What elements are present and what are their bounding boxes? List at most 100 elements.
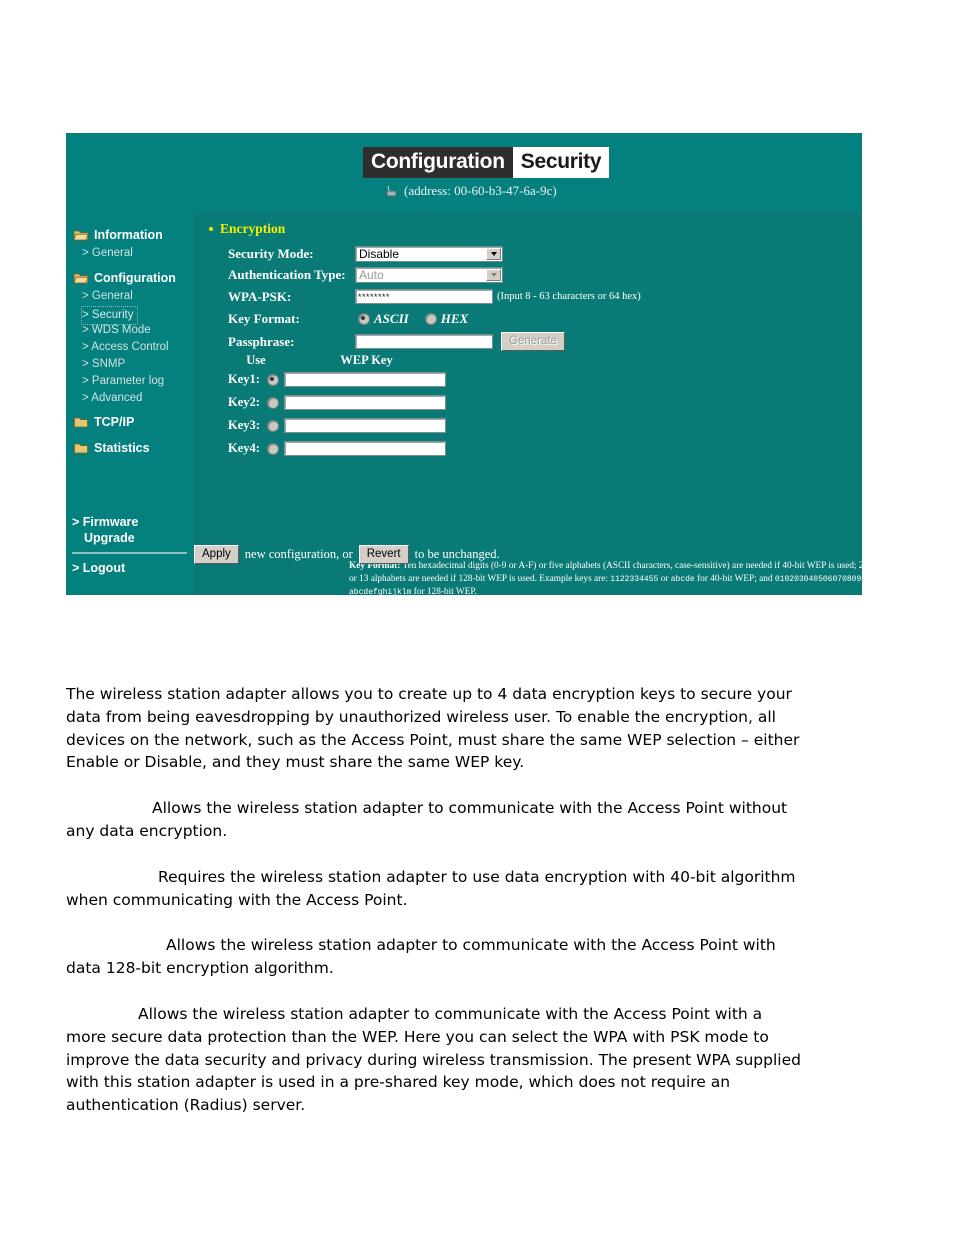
wep-key1-input[interactable] [284, 372, 446, 387]
sidebar-group-statistics[interactable]: Statistics [66, 437, 193, 458]
passphrase-label: Passphrase: [228, 333, 295, 349]
access-point-icon [384, 185, 398, 197]
firmware-upgrade-line1: > Firmware [72, 515, 139, 529]
wep-key3-label: Key3: [228, 418, 260, 432]
sidebar-group-tcpip[interactable]: TCP/IP [66, 411, 193, 432]
folder-closed-icon [74, 442, 88, 454]
wep-table-header: Use WEP Key [228, 351, 449, 368]
key-format-hex-radio[interactable] [424, 313, 437, 325]
apply-button[interactable]: Apply [194, 545, 239, 564]
page-title: Configuration Security [363, 147, 610, 178]
wep-key1-radio-cell [262, 373, 284, 386]
sidebar-group-information[interactable]: Information [66, 224, 193, 245]
sidebar-item-configuration-access-control[interactable]: > Access Control [66, 339, 193, 356]
paragraph-wep128: Allows the wireless station adapter to c… [66, 936, 776, 978]
paragraph-disable: Allows the wireless station adapter to c… [66, 799, 788, 840]
sidebar-divider [72, 552, 187, 554]
table-row: Key2: [228, 391, 449, 414]
wep-key2-input[interactable] [284, 395, 446, 410]
wep-key2-radio[interactable] [267, 396, 279, 409]
wep-key1-radio[interactable] [267, 373, 279, 386]
wep-key3-radio-cell [262, 419, 284, 432]
paragraph-wpa: Allows the wireless station adapter to c… [66, 1004, 801, 1115]
wep-key4-input[interactable] [284, 441, 446, 456]
key-format-hex-label: HEX [440, 311, 469, 326]
key-format-help-body-2: or [658, 573, 671, 584]
key-format-label: Key Format: [228, 311, 300, 326]
sidebar-item-configuration-parameter-log[interactable]: > Parameter log [66, 373, 193, 390]
sidebar-item-configuration-advanced[interactable]: > Advanced [66, 390, 193, 407]
key-format-ascii-radio[interactable] [358, 313, 370, 325]
sidebar-item-configuration-wds-mode[interactable]: > WDS Mode [66, 322, 193, 339]
title-section-configuration: Configuration [363, 147, 513, 178]
wep-key4-label: Key4: [228, 441, 260, 455]
chevron-down-icon[interactable] [486, 247, 501, 260]
folder-open-icon [73, 272, 89, 284]
field-row-passphrase: Passphrase: Generate [228, 330, 641, 353]
key-format-radio-group: ASCII HEX [358, 311, 468, 327]
content-panel: Encryption Security Mode: Disable Authen… [193, 211, 862, 595]
security-mode-select[interactable]: Disable [355, 245, 503, 262]
wpa-psk-input[interactable]: ******** [355, 289, 493, 304]
device-address-text: (address: 00-60-b3-47-6a-9c) [404, 183, 557, 198]
sidebar-item-configuration-snmp[interactable]: > SNMP [66, 356, 193, 373]
sidebar-item-information-general[interactable]: > General [66, 245, 193, 262]
sidebar-item-logout[interactable]: > Logout [66, 560, 193, 576]
device-address-line: (address: 00-60-b3-47-6a-9c) [384, 183, 557, 199]
revert-helper-text: to be unchanged. [414, 547, 500, 561]
wep-key3-input[interactable] [284, 418, 446, 433]
form-action-bar: Apply new configuration, or Revert to be… [194, 545, 506, 564]
security-mode-value: Disable [359, 246, 400, 261]
wep-key3-radio[interactable] [267, 419, 279, 432]
document-body-text: The wireless station adapter allows you … [66, 683, 806, 1140]
field-row-key-format: Key Format: ASCII HEX [228, 308, 641, 330]
table-row: Key1: [228, 368, 449, 391]
key-format-help-text: Key Format: Ten hexadecimal digits (0-9 … [349, 560, 862, 595]
example-key-128-hex: 0102030405060708091011121 3 [774, 574, 862, 584]
generate-button[interactable]: Generate [501, 332, 565, 351]
wep-key2-radio-cell [262, 396, 284, 409]
wep-col-use-header: Use [246, 353, 266, 367]
wep-key-table: Use WEP Key Key1: Key2: Key3: Key4: [228, 351, 449, 460]
sidebar-group-statistics-label: Statistics [94, 440, 150, 455]
sidebar-group-information-label: Information [94, 227, 163, 242]
title-section-security: Security [512, 147, 610, 178]
firmware-upgrade-line2: Upgrade [84, 531, 135, 545]
field-row-security-mode: Security Mode: Disable [228, 243, 641, 264]
sidebar-nav: Information > General Configuration > Ge… [66, 211, 193, 595]
bullet-icon [209, 227, 213, 231]
passphrase-input[interactable] [355, 334, 493, 349]
folder-closed-icon [74, 416, 88, 428]
revert-button[interactable]: Revert [358, 545, 409, 564]
authentication-type-label: Authentication Type: [228, 266, 346, 282]
sidebar-group-configuration-label: Configuration [94, 270, 176, 285]
wpa-psk-label: WPA-PSK: [228, 288, 292, 304]
table-row: Key3: [228, 414, 449, 437]
wpa-psk-hint: (Input 8 - 63 characters or 64 hex) [497, 291, 641, 302]
sidebar-group-tcpip-label: TCP/IP [94, 414, 135, 429]
sidebar-item-firmware-upgrade[interactable]: > Firmware Upgrade [66, 514, 193, 546]
paragraph-intro: The wireless station adapter allows you … [66, 685, 800, 772]
wpa-psk-value: ******** [358, 291, 391, 302]
authentication-type-value: Auto [359, 267, 384, 282]
security-mode-label: Security Mode: [228, 245, 314, 261]
apply-helper-text: new configuration, or [244, 547, 353, 561]
folder-open-icon [73, 229, 89, 241]
example-key-40-ascii: abcde [670, 574, 695, 584]
sidebar-item-configuration-general[interactable]: > General [66, 288, 193, 305]
page-header: Configuration Security (address: 00-60-b… [66, 133, 862, 211]
wep-key4-radio[interactable] [267, 442, 279, 455]
paragraph-wep40: Requires the wireless station adapter to… [66, 867, 796, 909]
encryption-form: Security Mode: Disable Authentication Ty… [228, 243, 641, 353]
wep-col-key-header: WEP Key [340, 353, 393, 367]
authentication-type-select[interactable]: Auto [355, 266, 503, 283]
section-heading-label: Encryption [220, 221, 286, 236]
wep-key1-label: Key1: [228, 372, 260, 386]
chevron-down-icon[interactable] [486, 268, 501, 281]
key-format-help-body-3: for 40-bit WEP; and [694, 573, 775, 584]
section-heading-encryption: Encryption [209, 221, 285, 237]
sidebar-group-configuration[interactable]: Configuration [66, 267, 193, 288]
key-format-ascii-label: ASCII [374, 311, 409, 326]
field-row-authentication-type: Authentication Type: Auto [228, 264, 641, 285]
